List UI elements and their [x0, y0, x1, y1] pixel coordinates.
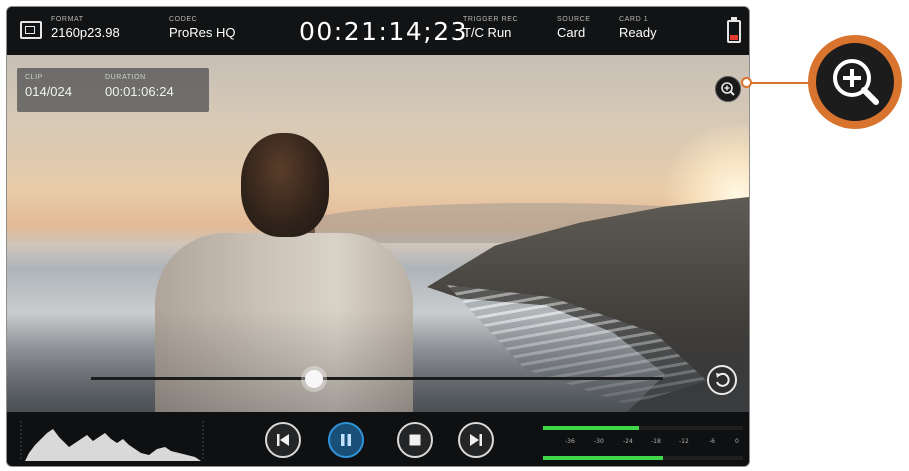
transport-bar: -36 -30 -24 -18 -12 -6 0 — [7, 412, 749, 466]
monitor-frame: FORMAT 2160p23.98 CODEC ProRes HQ 00:21:… — [6, 6, 750, 467]
pause-button[interactable] — [328, 422, 364, 458]
callout-line — [748, 82, 810, 84]
source-label: SOURCE — [557, 16, 591, 23]
trigger-label: TRIGGER REC — [463, 16, 519, 23]
skip-back-icon — [277, 434, 289, 446]
duration-field: DURATION 00:01:06:24 — [105, 74, 174, 99]
trigger-value: T/C Run — [463, 25, 512, 40]
video-preview[interactable]: CLIP 014/024 DURATION 00:01:06:24 — [7, 55, 749, 412]
skip-back-button[interactable] — [265, 422, 301, 458]
meter-scale-label: -24 — [623, 438, 633, 445]
codec-value: ProRes HQ — [169, 25, 236, 40]
codec-label: CODEC — [169, 16, 198, 23]
stop-button[interactable] — [397, 422, 433, 458]
duration-label: DURATION — [105, 74, 146, 81]
status-bar: FORMAT 2160p23.98 CODEC ProRes HQ 00:21:… — [7, 7, 749, 55]
skip-forward-button[interactable] — [458, 422, 494, 458]
skip-forward-icon — [470, 434, 482, 446]
screen-icon[interactable] — [20, 21, 42, 39]
meter-scale-label: -36 — [565, 438, 575, 445]
card-field: CARD 1 Ready — [619, 16, 657, 40]
stop-icon — [409, 434, 421, 446]
source-value: Card — [557, 25, 586, 40]
meter-scale-label: -6 — [709, 438, 715, 445]
pause-icon — [341, 434, 351, 446]
audio-meters: -36 -30 -24 -18 -12 -6 0 — [543, 426, 743, 466]
person-shadow — [155, 233, 413, 412]
scrub-bar[interactable] — [91, 377, 663, 380]
format-label: FORMAT — [51, 16, 84, 23]
clip-field: CLIP 014/024 — [25, 74, 72, 99]
loop-icon[interactable] — [707, 365, 737, 395]
duration-value: 00:01:06:24 — [105, 84, 174, 99]
battery-icon — [727, 17, 741, 43]
clip-value: 014/024 — [25, 84, 72, 99]
battery-level — [730, 35, 738, 40]
audio-meter-channel-1 — [543, 426, 743, 430]
meter-scale-label: -12 — [679, 438, 689, 445]
timecode: 00:21:14;23 — [299, 17, 469, 46]
person-head — [241, 133, 329, 237]
zoom-in-icon[interactable] — [715, 76, 741, 102]
clip-label: CLIP — [25, 74, 43, 81]
scrub-handle[interactable] — [305, 370, 324, 388]
card-label: CARD 1 — [619, 16, 649, 23]
trigger-field: TRIGGER REC T/C Run — [463, 16, 518, 40]
format-field: FORMAT 2160p23.98 — [51, 16, 120, 40]
callout-dot — [741, 77, 752, 88]
card-value: Ready — [619, 25, 657, 40]
meter-scale-label: 0 — [735, 438, 739, 445]
meter-scale-label: -18 — [651, 438, 661, 445]
codec-field: CODEC ProRes HQ — [169, 16, 235, 40]
audio-meter-channel-2 — [543, 456, 743, 460]
source-field: SOURCE Card — [557, 16, 591, 40]
histogram — [20, 421, 204, 461]
audio-meter-fill-2 — [543, 456, 663, 460]
audio-meter-fill-1 — [543, 426, 639, 430]
zoom-in-icon — [816, 43, 894, 121]
clip-info-panel: CLIP 014/024 DURATION 00:01:06:24 — [17, 68, 209, 112]
meter-scale-label: -30 — [594, 438, 604, 445]
format-value: 2160p23.98 — [51, 25, 120, 40]
